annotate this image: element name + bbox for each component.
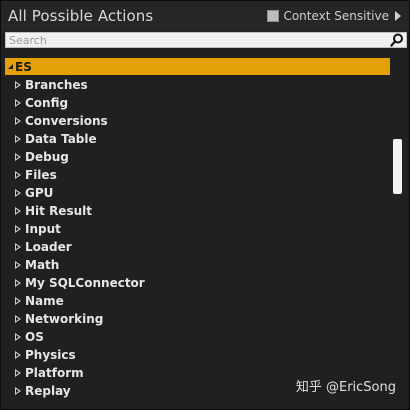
tree-item[interactable]: Input [15, 220, 61, 238]
tree-item[interactable]: My SQLConnector [15, 274, 145, 292]
search-box[interactable] [5, 32, 407, 48]
expand-arrow-icon[interactable] [15, 315, 21, 323]
expand-arrow-icon[interactable] [15, 81, 21, 89]
tree-item-label: Config [25, 96, 69, 110]
expand-arrow-icon[interactable] [15, 333, 21, 341]
tree-item[interactable]: Physics [15, 346, 76, 364]
action-menu-panel: All Possible Actions Context Sensitive E… [0, 0, 410, 410]
tree-item-label: Data Table [25, 132, 97, 146]
tree-item[interactable]: GPU [15, 184, 53, 202]
expand-arrow-icon[interactable] [15, 189, 21, 197]
context-sensitive-toggle[interactable]: Context Sensitive [267, 9, 401, 23]
expand-arrow-icon[interactable] [15, 369, 21, 377]
tree-item-label: Debug [25, 150, 69, 164]
expand-arrow-icon[interactable] [15, 351, 21, 359]
expand-arrow-icon[interactable] [15, 261, 21, 269]
tree-item[interactable]: Networking [15, 310, 103, 328]
expand-arrow-icon[interactable] [15, 171, 21, 179]
tree-item-label: Conversions [25, 114, 108, 128]
expand-arrow-icon[interactable] [15, 243, 21, 251]
tree-item-label: Math [25, 258, 60, 272]
expand-arrow-icon[interactable] [15, 117, 21, 125]
tree-root-es[interactable]: ES [5, 58, 390, 75]
tree-item-label: Loader [25, 240, 72, 254]
expand-arrow-icon[interactable] [15, 279, 21, 287]
action-menu-header: All Possible Actions Context Sensitive [1, 1, 409, 31]
expand-arrow-icon[interactable] [15, 135, 21, 143]
expand-arrow-icon[interactable] [15, 153, 21, 161]
tree-item[interactable]: Platform [15, 364, 84, 382]
tree-item[interactable]: Replay [15, 382, 71, 400]
tree-root-label: ES [15, 59, 32, 74]
tree-item[interactable]: Data Table [15, 130, 97, 148]
tree-item-label: Replay [25, 384, 71, 398]
collapse-arrow-icon[interactable] [8, 64, 13, 69]
tree-item-label: My SQLConnector [25, 276, 145, 290]
tree-item[interactable]: Files [15, 166, 57, 184]
tree-item-label: Physics [25, 348, 76, 362]
tree-item-label: Hit Result [25, 204, 92, 218]
tree-item[interactable]: Config [15, 94, 68, 112]
tree-item[interactable]: Branches [15, 76, 88, 94]
expand-arrow-icon[interactable] [15, 99, 21, 107]
tree-item-label: Branches [25, 78, 88, 92]
expand-arrow-icon[interactable] [15, 207, 21, 215]
tree-item-label: Platform [25, 366, 84, 380]
tree-item-label: Networking [25, 312, 104, 326]
expand-arrow-icon[interactable] [15, 387, 21, 395]
search-icon[interactable] [390, 33, 404, 47]
scrollbar-thumb[interactable] [393, 139, 402, 194]
tree-item[interactable]: Debug [15, 148, 69, 166]
tree-item-label: OS [25, 330, 44, 344]
tree-item[interactable]: Conversions [15, 112, 108, 130]
tree-item-label: Input [25, 222, 61, 236]
tree-item[interactable]: Loader [15, 238, 72, 256]
expand-arrow-icon[interactable] [15, 225, 21, 233]
tree-item-label: GPU [25, 186, 54, 200]
search-input[interactable] [9, 33, 389, 47]
tree-item[interactable]: OS [15, 328, 44, 346]
tree-item[interactable]: Math [15, 256, 59, 274]
tree-item-label: Name [25, 294, 64, 308]
tree-item[interactable]: Hit Result [15, 202, 92, 220]
tree-item-label: Files [25, 168, 57, 182]
panel-title: All Possible Actions [8, 7, 154, 25]
expand-arrow-icon[interactable] [15, 297, 21, 305]
expand-arrow-icon[interactable] [395, 11, 401, 21]
watermark: 知乎 @EricSong [295, 380, 396, 395]
context-sensitive-checkbox[interactable] [267, 10, 280, 22]
action-tree: ES Branches Config Conversions Data Table De… [1, 57, 391, 409]
context-sensitive-label: Context Sensitive [283, 9, 389, 23]
tree-item[interactable]: Name [15, 292, 64, 310]
